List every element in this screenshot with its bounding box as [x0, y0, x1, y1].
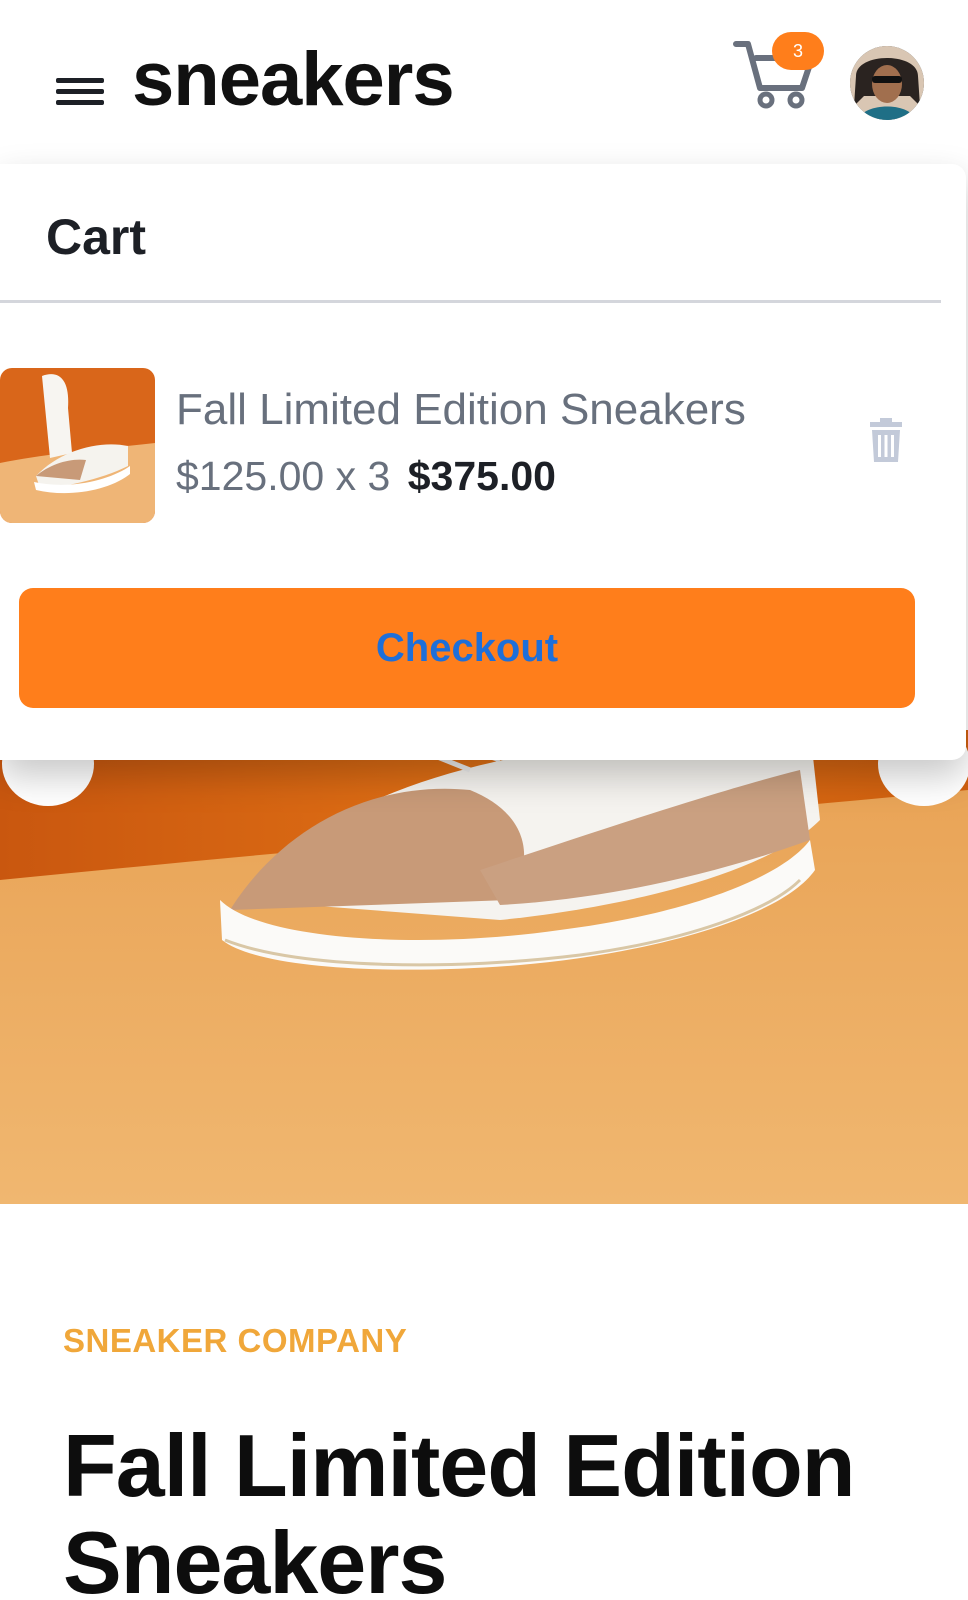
cart-title: Cart [46, 209, 147, 265]
checkout-button[interactable]: Checkout [19, 588, 915, 708]
cart-item-total: $375.00 [407, 453, 556, 499]
cart-item-quantity: x 3 [335, 453, 391, 499]
trash-icon [870, 418, 902, 462]
cart-item-price-line: $125.00 x 3 $375.00 [176, 456, 556, 497]
product-title: Fall Limited Edition Sneakers [63, 1416, 856, 1600]
cart-popover: Cart Fall Limited Edition Sneakers $125.… [0, 164, 966, 760]
cart-divider [0, 300, 941, 303]
cart-count-badge: 3 [772, 32, 824, 70]
cart-item-name: Fall Limited Edition Sneakers [176, 385, 746, 434]
brand-label: SNEAKER COMPANY [63, 1322, 408, 1359]
site-header: sneakers 3 [0, 0, 968, 170]
cart-item-thumbnail [0, 368, 155, 523]
avatar-image [850, 46, 924, 120]
delete-item-button[interactable] [866, 418, 906, 464]
hamburger-menu-icon[interactable] [56, 74, 104, 110]
user-avatar[interactable] [850, 46, 924, 120]
product-hero-image [0, 730, 968, 1204]
cart-item-unit-price: $125.00 [176, 453, 325, 499]
site-logo[interactable]: sneakers [132, 42, 455, 118]
